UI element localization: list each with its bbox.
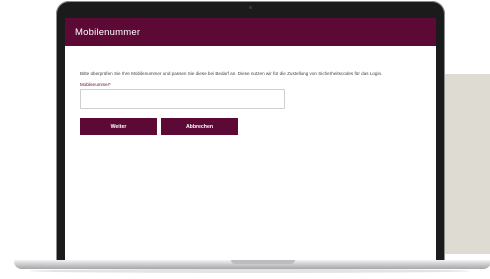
app-header: Mobilenummer [65, 18, 436, 46]
base-shadow [30, 269, 470, 273]
mobile-number-input[interactable] [80, 89, 285, 109]
mobile-number-label: Mobilenummer* [80, 82, 111, 87]
laptop-lid: Mobilenummer Bitte überprüfen Sie Ihre M… [56, 1, 445, 263]
laptop-screen: Mobilenummer Bitte überprüfen Sie Ihre M… [65, 18, 436, 263]
next-button[interactable]: Weiter [80, 118, 157, 135]
scene: Mobilenummer Bitte überprüfen Sie Ihre M… [0, 0, 490, 279]
page-title: Mobilenummer [75, 26, 141, 38]
button-row: Weiter Abbrechen [80, 118, 426, 135]
info-text: Bitte überprüfen Sie Ihre Mobilenummer u… [80, 71, 383, 76]
camera-icon [249, 6, 252, 9]
laptop-base [14, 260, 490, 269]
form-content: Bitte überprüfen Sie Ihre Mobilenummer u… [65, 46, 436, 135]
cancel-button[interactable]: Abbrechen [161, 118, 238, 135]
base-notch [231, 260, 295, 264]
